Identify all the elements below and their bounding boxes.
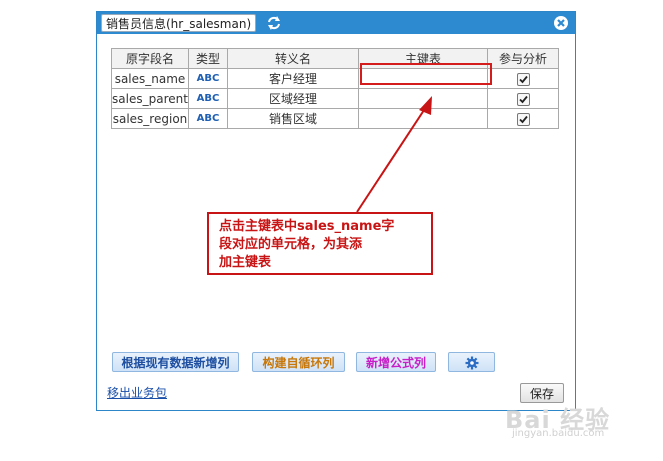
annotation-line-1: 点击主键表中sales_name字 (219, 219, 395, 234)
annotation-line-2: 段对应的单元格，为其添 (219, 237, 363, 252)
annotation-line-3: 加主键表 (219, 255, 272, 270)
watermark-url: jingyan.baidu.com (512, 428, 605, 439)
annotation-callout: 点击主键表中sales_name字 段对应的单元格，为其添 加主键表 (207, 212, 433, 275)
